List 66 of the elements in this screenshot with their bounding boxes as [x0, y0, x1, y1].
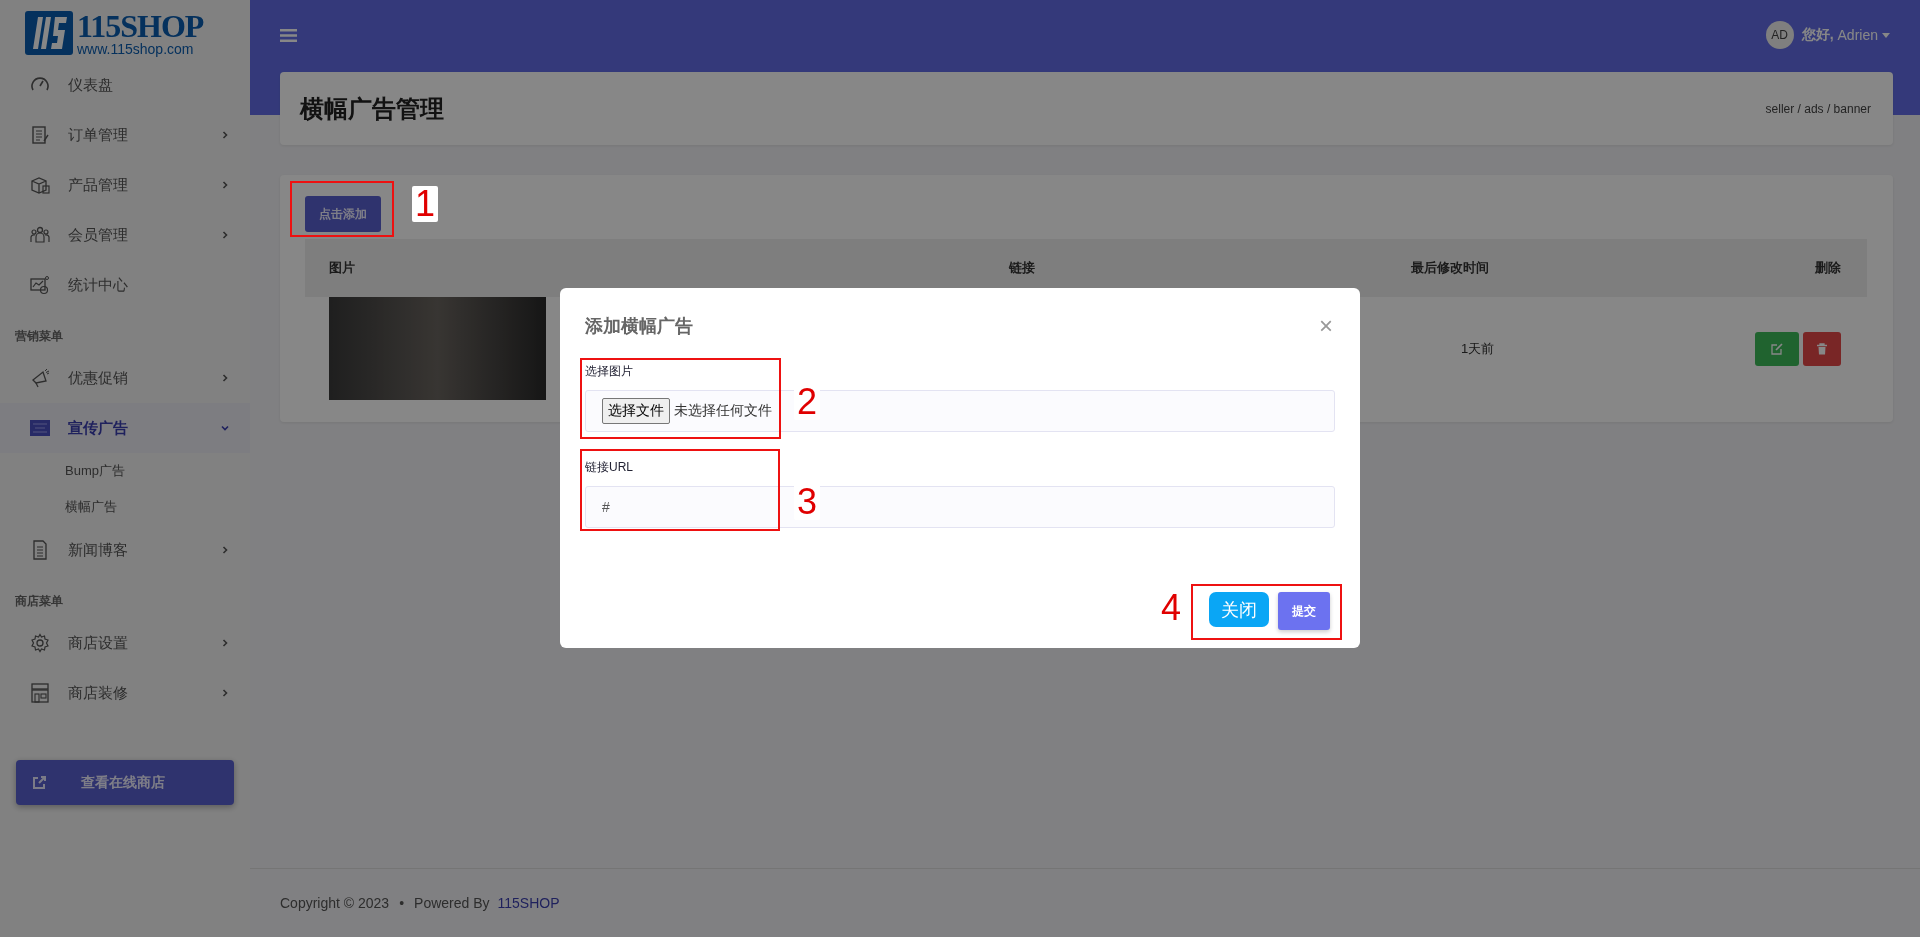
menu-section-heading: 营销菜单 [14, 328, 64, 345]
close-modal-button[interactable]: 关闭 [1209, 592, 1269, 627]
choose-file-button[interactable]: 选择文件 [602, 398, 670, 424]
storefront-icon [30, 683, 50, 703]
chart-icon [30, 275, 50, 295]
box-icon [30, 175, 50, 195]
chevron-right-icon [220, 638, 230, 648]
chevron-right-icon [220, 130, 230, 140]
logo-mark-icon [25, 11, 73, 55]
footer-separator: • [398, 895, 406, 911]
list-icon [30, 125, 50, 145]
chevron-right-icon [220, 545, 230, 555]
add-button[interactable]: 点击添加 [305, 196, 381, 232]
column-header: 最后修改时间 [1411, 259, 1490, 277]
logo-title: 115SHOP [77, 10, 204, 42]
table-cell-text: 1天前 [1460, 341, 1495, 356]
chevron-right-icon [220, 180, 230, 190]
menu-icon[interactable] [280, 27, 297, 43]
chevron-right-icon [220, 230, 230, 240]
edit-button[interactable] [1755, 331, 1799, 366]
delete-button[interactable] [1803, 331, 1841, 366]
field-label: 链接URL [585, 459, 634, 476]
trash-icon [1816, 342, 1828, 355]
sidebar-item[interactable]: 统计中心 [0, 260, 250, 310]
user-menu[interactable]: 您好, Adrien [1801, 26, 1890, 44]
modal-title: 添加横幅广告 [585, 314, 693, 338]
chevron-right-icon [220, 688, 230, 698]
column-header: 删除 [1814, 259, 1842, 277]
page-title: 横幅广告管理 [300, 93, 444, 124]
edit-icon [1771, 342, 1783, 355]
annotation-number: 3 [794, 484, 821, 520]
logo-url: www.115shop.com [77, 42, 195, 56]
copyright-text: Copyright © 2023 [280, 895, 390, 911]
sidebar-item[interactable]: 优惠促销 [0, 353, 250, 403]
sidebar-item[interactable]: 新闻博客 [0, 525, 250, 575]
sidebar-subitem[interactable]: Bump广告 [0, 453, 250, 489]
view-store-button[interactable]: 查看在线商店 [16, 760, 234, 805]
document-icon [30, 540, 50, 560]
chevron-right-icon [220, 373, 230, 383]
external-link-icon [31, 774, 47, 791]
settings-icon [30, 633, 50, 653]
sidebar-item[interactable]: 商店装修 [0, 668, 250, 718]
submit-button[interactable]: 提交 [1278, 592, 1330, 630]
column-header: 链接 [1009, 259, 1036, 277]
caret-icon [1882, 32, 1890, 38]
banner-icon [30, 418, 50, 438]
menu-section-heading: 商店菜单 [14, 593, 64, 610]
sidebar-item[interactable]: 订单管理 [0, 110, 250, 160]
users-icon [30, 225, 50, 245]
sidebar-subitem[interactable]: 横幅广告 [0, 489, 250, 525]
column-header: 图片 [328, 259, 356, 277]
brand-link[interactable]: 115SHOP [497, 895, 560, 911]
field-label: 选择图片 [585, 363, 634, 380]
sidebar-item[interactable]: 会员管理 [0, 210, 250, 260]
sidebar-item[interactable]: 产品管理 [0, 160, 250, 210]
breadcrumb: seller / ads / banner [1765, 101, 1871, 116]
avatar: AD [1765, 21, 1794, 49]
sidebar-item[interactable]: 仪表盘 [0, 60, 250, 110]
annotation-number: 1 [412, 186, 439, 222]
powered-by-text: Powered By [414, 895, 490, 911]
close-button[interactable]: × [1319, 311, 1333, 340]
sidebar-item[interactable]: 商店设置 [0, 618, 250, 668]
megaphone-icon [30, 368, 50, 388]
sidebar-item[interactable]: 宣传广告 [0, 403, 250, 453]
chevron-down-icon [220, 423, 230, 433]
file-status: 未选择任何文件 [674, 402, 772, 420]
